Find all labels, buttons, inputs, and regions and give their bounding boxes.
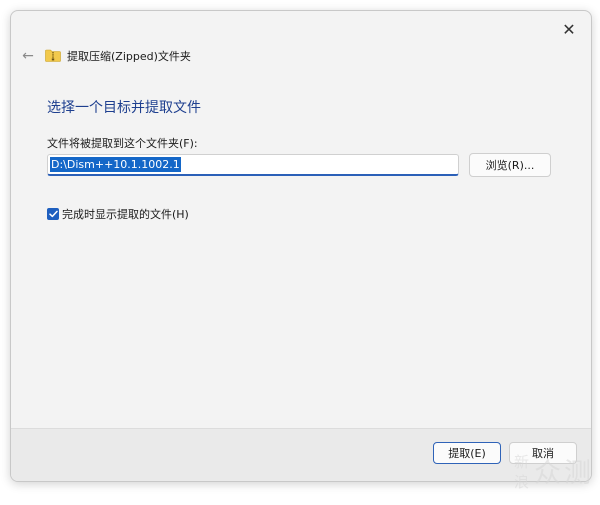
extract-button[interactable]: 提取(E) <box>433 442 501 464</box>
zip-folder-icon <box>45 49 61 62</box>
close-button[interactable]: ✕ <box>557 17 581 41</box>
sina-watermark: 新 浪 众 测 <box>514 453 591 491</box>
destination-path-value: D:\Dism++10.1.1002.1 <box>50 157 181 172</box>
extract-dialog: ✕ ← 提取压缩(Zipped)文件夹 选择一个目标并提取文件 文件将被提取到这… <box>10 10 592 482</box>
show-files-checkbox[interactable] <box>47 208 59 220</box>
dialog-footer: 提取(E) 取消 <box>11 428 591 481</box>
destination-path-input[interactable]: D:\Dism++10.1.1002.1 <box>47 154 459 176</box>
checkmark-icon <box>48 210 58 218</box>
destination-folder-label: 文件将被提取到这个文件夹(F): <box>47 137 198 150</box>
close-icon: ✕ <box>562 19 576 39</box>
window-title: 提取压缩(Zipped)文件夹 <box>67 50 191 63</box>
back-button[interactable]: ← <box>18 45 38 67</box>
browse-button[interactable]: 浏览(R)... <box>469 153 551 177</box>
back-arrow-icon: ← <box>22 48 34 64</box>
page-heading: 选择一个目标并提取文件 <box>47 100 201 116</box>
title-bar: ← 提取压缩(Zipped)文件夹 <box>11 45 591 67</box>
show-files-option[interactable]: 完成时显示提取的文件(H) <box>47 205 189 223</box>
show-files-label: 完成时显示提取的文件(H) <box>62 208 189 221</box>
